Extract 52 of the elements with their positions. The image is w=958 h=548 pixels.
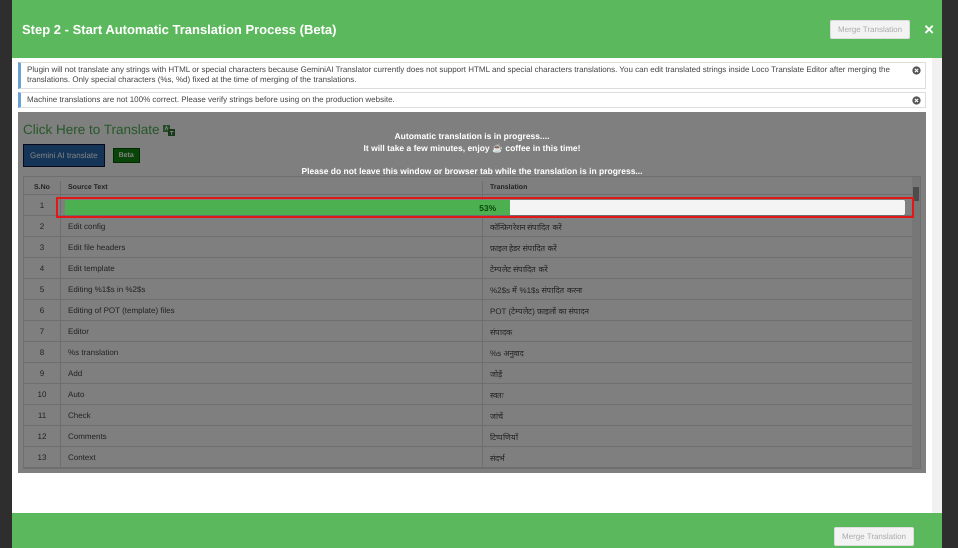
translation-text: कॉन्फ़िगरेशन संपादित करें: [490, 222, 562, 232]
source-text: Editing %1$s in %2$s: [68, 284, 146, 294]
source-text: Editor: [68, 326, 89, 336]
row-number: 2: [24, 216, 61, 236]
progress-message: It will take a few minutes, enjoy ☕ coffee in this time!: [364, 142, 580, 154]
translation-text: संपादक: [490, 326, 512, 337]
row-number: 4: [24, 258, 61, 278]
dismiss-icon[interactable]: [912, 66, 921, 75]
row-number: 9: [24, 363, 61, 384]
translate-heading[interactable]: Click Here to Translate: [23, 122, 160, 138]
source-text: Check: [68, 410, 91, 420]
row-number: 7: [24, 321, 61, 342]
source-text: Editing of POT (template) files: [68, 306, 175, 315]
progress-message: Automatic translation is in progress....: [394, 130, 550, 142]
translation-text: टिप्पणियाँ: [490, 432, 518, 442]
source-text: Add: [68, 368, 82, 378]
source-text: %s translation: [68, 348, 118, 357]
source-text: Comments: [68, 432, 107, 441]
source-text: Edit template: [68, 264, 115, 273]
row-number: 13: [24, 447, 61, 468]
notice-text: Machine translations are not 100% correct. Please verify strings before using on the production website.: [27, 94, 396, 106]
dismiss-icon[interactable]: [912, 96, 921, 105]
source-text: Auto: [68, 390, 84, 399]
translation-text: जोड़ें: [490, 368, 502, 379]
merge-translation-button[interactable]: Merge Translation: [830, 20, 910, 38]
progress-message: Please do not leave this window or browser tab while the translation is in progress...: [301, 165, 643, 178]
translation-text: %2$s में %1$s संपादित करना: [490, 284, 582, 295]
row-number: 6: [24, 300, 61, 320]
translate-icon: [162, 124, 175, 136]
row-number: 12: [24, 426, 61, 446]
translation-text: स्वतः: [490, 390, 504, 400]
merge-translation-button[interactable]: Merge Translation: [834, 527, 914, 546]
progress-label: 53%: [479, 202, 498, 213]
table-scrollbar[interactable]: [912, 177, 920, 468]
row-number: 11: [24, 405, 61, 426]
row-number: 5: [24, 279, 61, 300]
gemini-translate-button[interactable]: Gemini AI translate: [23, 144, 105, 168]
translation-text: टेम्पलेट संपादित करें: [490, 264, 548, 274]
translation-text: संदर्भ: [490, 452, 505, 463]
translation-text: %s अनुवाद: [490, 348, 524, 358]
source-text: Edit config: [68, 222, 106, 231]
modal-title: Step 2 - Start Automatic Translation Process (Beta): [22, 22, 336, 36]
close-button[interactable]: ×: [924, 20, 934, 38]
translation-text: POT (टेम्पलेट) फ़ाइलों का संपादन: [490, 306, 589, 316]
notice-text: Plugin will not translate any strings with HTML or special characters because GeminiAI Translator currently does not support HTML and special characters translations. You can edit translated strings inside Loco Translate Editor after merging the translations. Only special characters (%s, %d) fixed at the time of merging of the translations.: [27, 65, 891, 86]
translation-text: जांचें: [490, 410, 503, 421]
row-number: 8: [24, 342, 61, 362]
row-number: 3: [24, 237, 61, 258]
source-text: Context: [68, 452, 96, 462]
row-number: 10: [24, 384, 61, 404]
source-text: Edit file headers: [68, 242, 126, 252]
translation-text: फ़ाइल हेडर संपादित करें: [490, 242, 557, 253]
